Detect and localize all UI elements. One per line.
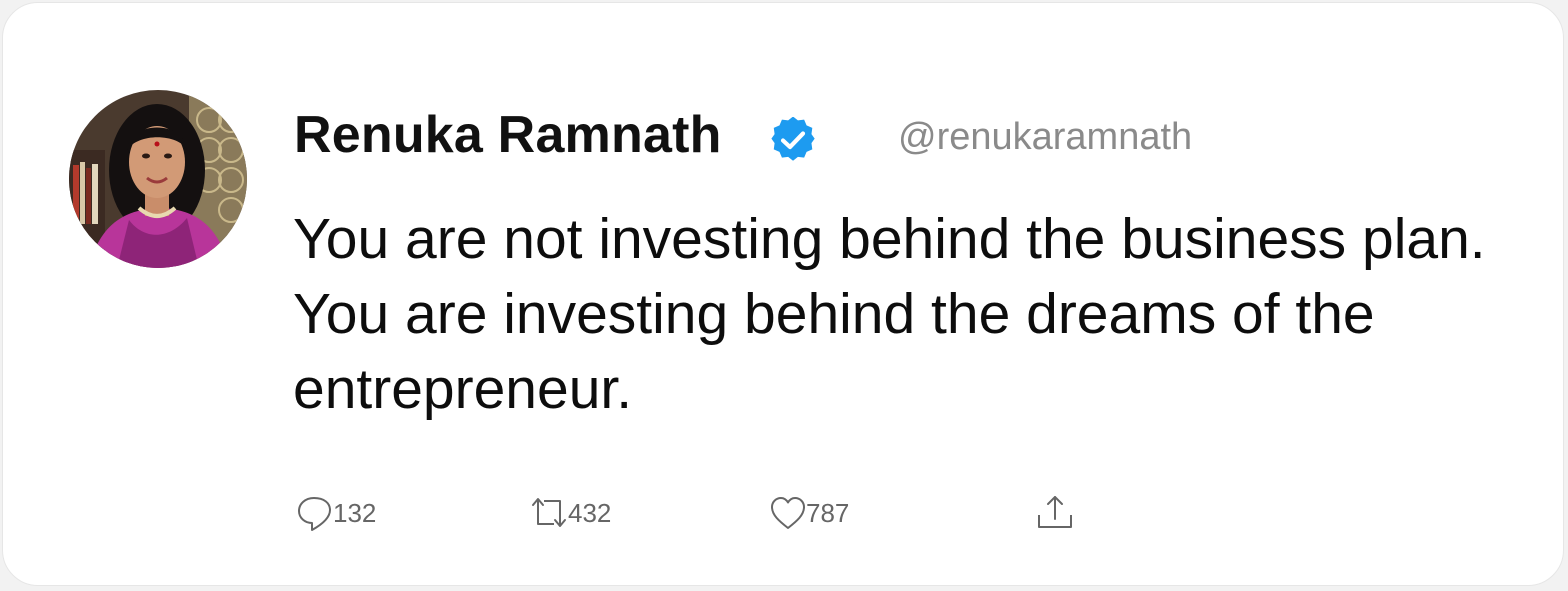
retweet-button[interactable]: 432: [530, 491, 611, 535]
avatar[interactable]: [69, 90, 247, 268]
tweet-card: Renuka Ramnath @renukaramnath You are no…: [2, 2, 1564, 586]
like-button[interactable]: 787: [770, 491, 849, 535]
retweet-count: 432: [568, 497, 612, 528]
author-handle[interactable]: @renukaramnath: [898, 113, 1192, 161]
reply-icon: [298, 497, 331, 531]
share-button[interactable]: [1036, 491, 1074, 535]
retweet-icon: [532, 498, 566, 527]
reply-button[interactable]: 132: [297, 491, 376, 535]
author-name[interactable]: Renuka Ramnath: [294, 103, 722, 167]
verified-badge-icon: [770, 116, 816, 163]
like-count: 787: [806, 497, 850, 528]
heart-icon: [771, 497, 805, 529]
reply-count: 132: [333, 497, 377, 528]
tweet-text: You are not investing behind the busines…: [293, 207, 1486, 421]
tweet-actions: 132 432 787: [3, 491, 1563, 535]
share-icon: [1038, 496, 1072, 528]
profile-photo: [69, 90, 247, 268]
